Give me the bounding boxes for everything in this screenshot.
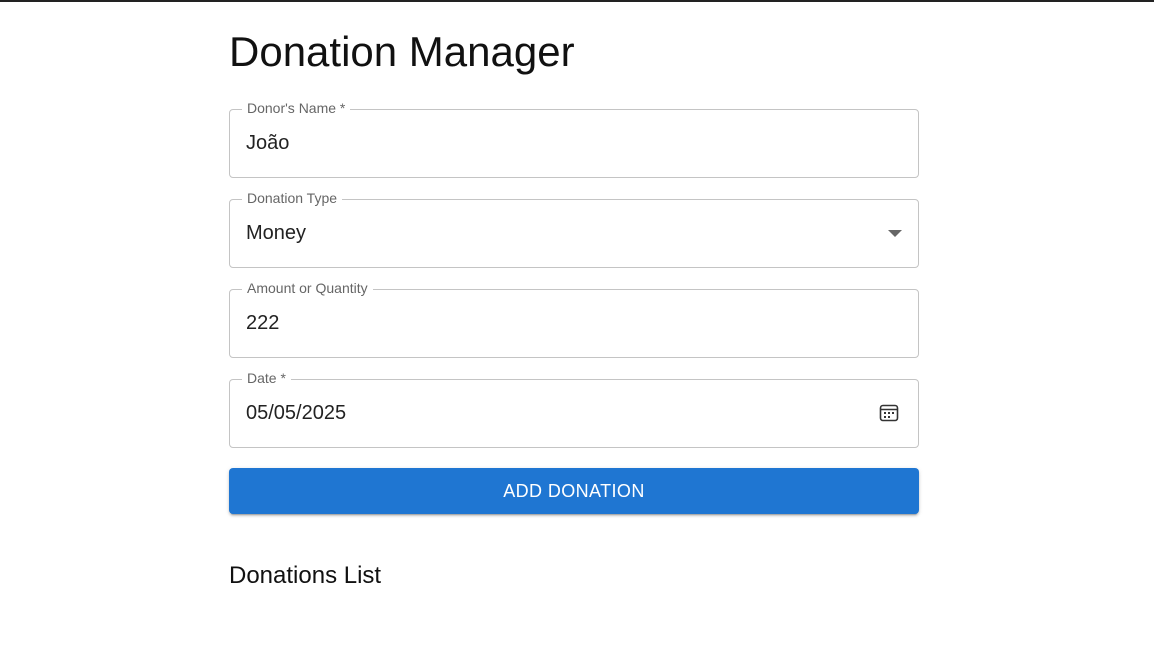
chevron-down-icon[interactable] — [888, 230, 902, 237]
donor-name-input[interactable] — [246, 131, 846, 155]
date-input[interactable] — [246, 401, 806, 425]
donation-type-value[interactable]: Money — [246, 221, 846, 245]
amount-label: Amount or Quantity — [242, 279, 373, 297]
donation-type-label: Donation Type — [242, 189, 343, 207]
calendar-icon[interactable] — [879, 403, 899, 423]
date-label: Date * — [242, 369, 291, 387]
amount-input[interactable] — [246, 311, 846, 335]
donor-name-label: Donor's Name * — [242, 99, 351, 117]
amount-field[interactable]: Amount or Quantity — [229, 279, 919, 358]
donations-list-title: Donations List — [229, 562, 382, 589]
donor-name-field[interactable]: Donor's Name * — [229, 99, 919, 178]
add-donation-button[interactable]: ADD DONATION — [229, 468, 919, 514]
date-field[interactable]: Date * — [229, 369, 919, 448]
page-title: Donation Manager — [229, 28, 575, 75]
donation-type-select[interactable]: Donation Type Money — [229, 189, 919, 268]
